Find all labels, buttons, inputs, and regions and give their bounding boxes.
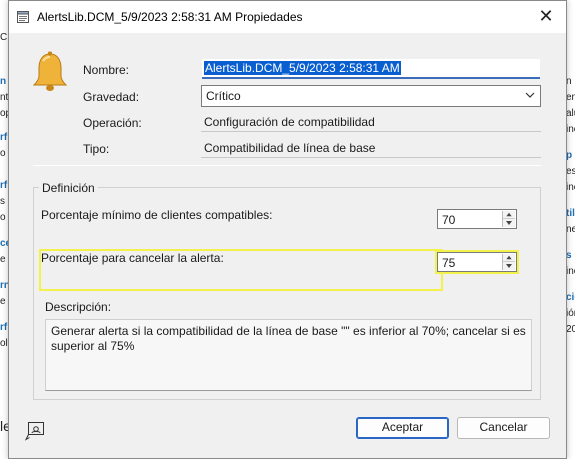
bg-fragment: ine	[566, 182, 575, 193]
operation-field: Configuración de compatibilidad	[201, 112, 541, 132]
bg-fragment: e	[0, 296, 6, 307]
bg-fragment: cio	[566, 292, 575, 303]
bg-fragment: ne	[566, 224, 575, 235]
bg-fragment: s	[0, 196, 5, 207]
bg-fragment: o	[0, 212, 6, 223]
help-icon[interactable]	[25, 421, 47, 441]
bg-fragment: rf	[0, 322, 8, 333]
accept-button[interactable]: Aceptar	[356, 417, 449, 439]
bg-fragment: C	[0, 32, 8, 43]
bg-fragment: es	[566, 166, 575, 177]
properties-window-icon	[17, 11, 29, 23]
properties-dialog: AlertsLib.DCM_5/9/2023 2:58:31 AM Propie…	[8, 0, 567, 459]
spin-up-icon[interactable]	[503, 211, 515, 219]
title-bar[interactable]: AlertsLib.DCM_5/9/2023 2:58:31 AM Propie…	[9, 1, 566, 33]
min-compliant-label: Porcentaje mínimo de clientes compatible…	[41, 208, 273, 222]
bg-fragment: o	[0, 148, 6, 159]
background-app-right: n en alu ine p es ine til ne s ine cio i…	[566, 0, 575, 459]
name-value: AlertsLib.DCM_5/9/2023 2:58:31 AM	[204, 61, 401, 75]
definition-group-title: Definición	[39, 181, 98, 195]
min-compliant-spinner[interactable]: 70	[437, 209, 517, 229]
bg-fragment: ión	[566, 308, 575, 319]
bg-fragment: til	[566, 208, 575, 219]
bell-alert-icon	[33, 51, 67, 91]
description-text: Generar alerta si la compatibilidad de l…	[51, 324, 526, 353]
description-box: Generar alerta si la compatibilidad de l…	[45, 319, 532, 391]
separator	[33, 165, 541, 166]
cancel-button[interactable]: Cancelar	[457, 417, 550, 439]
bg-fragment: e	[0, 254, 6, 265]
type-field: Compatibilidad de línea de base	[201, 138, 541, 158]
severity-label: Gravedad:	[83, 90, 140, 104]
bg-fragment: rf	[0, 180, 8, 191]
bg-fragment: alu	[566, 108, 575, 119]
type-label: Tipo:	[83, 142, 110, 156]
severity-value: Crítico	[206, 89, 241, 103]
close-button[interactable]: ✕	[534, 6, 558, 28]
highlight-box	[435, 250, 519, 274]
highlight-box	[39, 249, 443, 291]
description-label: Descripción:	[45, 300, 112, 314]
min-compliant-value: 70	[442, 213, 456, 227]
name-field[interactable]: AlertsLib.DCM_5/9/2023 2:58:31 AM	[202, 59, 540, 79]
bg-fragment: n	[0, 76, 7, 87]
spin-down-icon[interactable]	[503, 219, 515, 227]
operation-value: Configuración de compatibilidad	[204, 115, 375, 129]
severity-dropdown[interactable]: Crítico	[201, 85, 541, 107]
dialog-title: AlertsLib.DCM_5/9/2023 2:58:31 AM Propie…	[37, 10, 303, 24]
name-label: Nombre:	[83, 63, 130, 77]
bg-fragment: ine	[566, 266, 575, 277]
type-value: Compatibilidad de línea de base	[204, 141, 376, 155]
bg-fragment: ine	[566, 124, 575, 135]
spinner-buttons	[502, 211, 515, 227]
operation-label: Operación:	[83, 116, 142, 130]
chevron-down-icon	[525, 92, 535, 98]
bg-fragment: ol	[0, 338, 8, 349]
close-icon: ✕	[538, 6, 554, 26]
bg-fragment: 20	[566, 324, 575, 335]
bg-fragment: en	[566, 92, 575, 103]
bg-fragment: rf	[0, 132, 8, 143]
